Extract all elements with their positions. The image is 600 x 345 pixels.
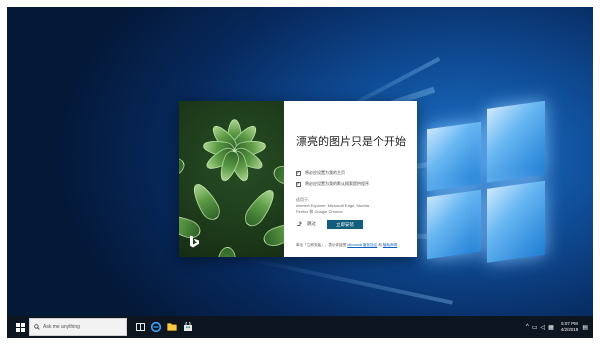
skip-label: 跳过 [307, 220, 316, 226]
start-button[interactable] [11, 316, 29, 338]
skip-button[interactable]: 跳过 [296, 220, 316, 227]
dialog-title: 漂亮的图片只是个开始 [296, 135, 406, 148]
bing-logo-icon [189, 235, 199, 254]
privacy-statement-link[interactable]: 隐私声明 [383, 243, 397, 247]
taskbar: Ask me anything ^ ▭ ◁ ▦ 5:07 PM 4/2/2019… [7, 316, 593, 338]
footer-suffix: 。 [398, 243, 402, 247]
footer-prefix: 单击「立即安装」，表示你接受 [296, 243, 347, 247]
clock-date: 4/2/2019 [560, 327, 579, 332]
skip-icon [297, 221, 302, 226]
ime-icon[interactable]: ▦ [548, 324, 554, 331]
option-homepage[interactable]: ✓ 将必应设置为我的主页 [296, 170, 345, 176]
windows-icon [15, 322, 25, 332]
task-view-icon[interactable] [134, 319, 146, 334]
volume-icon[interactable]: ◁ [541, 324, 546, 331]
notification-icon[interactable]: ▤ [582, 324, 588, 331]
search-icon [34, 324, 40, 330]
succulent-photo [179, 101, 284, 257]
option2-label: 将必应设置为我的默认搜索提供程序 [305, 181, 369, 186]
option-search-provider[interactable]: ✓ 将必应设置为我的默认搜索提供程序 [296, 181, 369, 187]
network-icon[interactable]: ▭ [532, 324, 538, 331]
applies-label: 适用于: [296, 197, 310, 202]
search-placeholder: Ask me anything [43, 324, 80, 330]
search-provider-checkbox[interactable]: ✓ [296, 181, 301, 187]
bing-setup-dialog: 漂亮的图片只是个开始 ✓ 将必应设置为我的主页 ✓ 将必应设置为我的默认搜索提供… [179, 101, 417, 257]
chevron-up-icon[interactable]: ^ [526, 324, 529, 330]
setup-panel: 漂亮的图片只是个开始 ✓ 将必应设置为我的主页 ✓ 将必应设置为我的默认搜索提供… [284, 101, 417, 257]
wallpaper-beam [246, 257, 453, 305]
store-icon[interactable] [182, 319, 194, 334]
edge-icon[interactable] [150, 319, 162, 334]
legal-footer: 单击「立即安装」，表示你接受 Microsoft 服务协议 和 隐私声明 。 [296, 243, 414, 248]
windows-logo-wallpaper [427, 100, 545, 276]
system-tray: ^ ▭ ◁ ▦ 5:07 PM 4/2/2019 ▤ [526, 316, 593, 338]
file-explorer-icon[interactable] [166, 319, 178, 334]
taskbar-search-box[interactable]: Ask me anything [29, 318, 127, 336]
applies-browsers: Internet Explorer, Microsoft Edge, Mozil… [296, 203, 369, 214]
footer-mid: 和 [378, 243, 382, 247]
install-now-button[interactable]: 立即安装 [327, 220, 363, 229]
homepage-checkbox[interactable]: ✓ [296, 170, 301, 176]
clock[interactable]: 5:07 PM 4/2/2019 [561, 321, 579, 333]
service-agreement-link[interactable]: Microsoft 服务协议 [347, 243, 377, 247]
option1-label: 将必应设置为我的主页 [305, 170, 345, 175]
